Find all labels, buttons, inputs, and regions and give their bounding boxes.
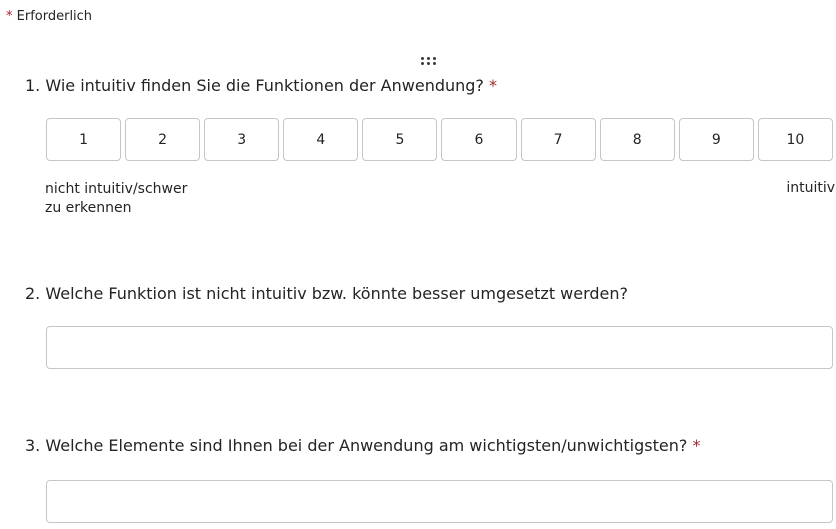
required-note-label: Erforderlich bbox=[16, 9, 93, 24]
required-star: * bbox=[6, 9, 13, 24]
question-2-text: 2. Welche Funktion ist nicht intuitiv bz… bbox=[25, 284, 629, 303]
scale-label-low: nicht intuitiv/schwer zu erkennen bbox=[45, 180, 205, 218]
scale-label-low-line2: zu erkennen bbox=[45, 200, 132, 216]
rating-option-9[interactable]: 9 bbox=[678, 118, 754, 161]
rating-option-8[interactable]: 8 bbox=[599, 118, 675, 161]
drag-handle-icon[interactable] bbox=[421, 57, 439, 70]
rating-option-5[interactable]: 5 bbox=[362, 118, 438, 161]
question-3-text: 3. Welche Elemente sind Ihnen bei der An… bbox=[25, 436, 688, 455]
required-note: * Erforderlich bbox=[6, 9, 92, 24]
scale-label-low-line1: nicht intuitiv/schwer bbox=[45, 181, 188, 197]
rating-option-3[interactable]: 3 bbox=[204, 118, 280, 161]
question-1-title: 1. Wie intuitiv finden Sie die Funktione… bbox=[25, 76, 497, 95]
rating-option-6[interactable]: 6 bbox=[441, 118, 517, 161]
question-2-title: 2. Welche Funktion ist nicht intuitiv bz… bbox=[25, 284, 628, 303]
rating-option-7[interactable]: 7 bbox=[520, 118, 596, 161]
scale-label-high: intuitiv bbox=[786, 180, 835, 196]
rating-option-10[interactable]: 10 bbox=[757, 118, 833, 161]
question-3-answer-input[interactable] bbox=[46, 480, 833, 523]
rating-option-2[interactable]: 2 bbox=[125, 118, 201, 161]
question-3-title: 3. Welche Elemente sind Ihnen bei der An… bbox=[25, 436, 700, 455]
question-3-required-star: * bbox=[692, 436, 701, 455]
rating-scale: 1 2 3 4 5 6 7 8 9 10 bbox=[46, 118, 833, 161]
rating-option-1[interactable]: 1 bbox=[46, 118, 122, 161]
question-2-answer-input[interactable] bbox=[46, 326, 833, 369]
question-1-text: 1. Wie intuitiv finden Sie die Funktione… bbox=[25, 76, 484, 95]
question-1-required-star: * bbox=[489, 76, 498, 95]
rating-option-4[interactable]: 4 bbox=[283, 118, 359, 161]
